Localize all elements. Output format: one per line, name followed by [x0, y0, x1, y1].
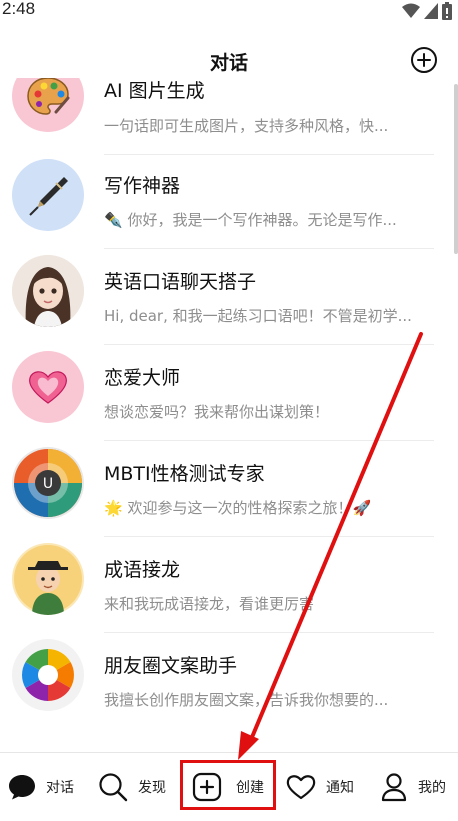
- page-header: 对话: [0, 38, 458, 82]
- status-icons: [402, 2, 452, 20]
- mbti-avatar: U: [12, 447, 84, 519]
- person-icon: [381, 773, 407, 802]
- aperture-avatar: [12, 639, 84, 711]
- chat-name: 朋友圈文案助手: [104, 655, 238, 677]
- chat-preview: 我擅长创作朋友圈文案，告诉我你想要的...: [104, 691, 389, 709]
- chat-name: MBTI性格测试专家: [104, 463, 265, 485]
- chat-list[interactable]: AI 图片生成 一句话即可生成图片，支持多种风格，快... 写作神器 ✒️ 你好…: [0, 78, 458, 750]
- divider: [104, 154, 434, 155]
- tab-notifications[interactable]: 通知: [286, 765, 354, 809]
- chat-preview: 🌟 欢迎参与这一次的性格探索之旅！🚀: [104, 499, 372, 517]
- chat-bubble-icon: [9, 775, 35, 800]
- palette-icon: [27, 78, 70, 115]
- chat-preview: 想谈恋爱吗？我来帮你出谋划策！: [104, 403, 330, 421]
- heart-avatar: [12, 351, 84, 423]
- signal-icon: [424, 3, 438, 19]
- status-time: 2:48: [2, 0, 36, 18]
- tab-label: 对话: [46, 780, 74, 796]
- list-item[interactable]: AI 图片生成 一句话即可生成图片，支持多种风格，快...: [0, 78, 458, 156]
- tab-label: 我的: [418, 780, 446, 796]
- page-title: 对话: [209, 52, 248, 74]
- mbti-wheel-icon: U: [14, 449, 82, 517]
- divider: [104, 344, 434, 345]
- list-item[interactable]: U MBTI性格测试专家 🌟 欢迎参与这一次的性格探索之旅！🚀: [0, 444, 458, 540]
- list-item[interactable]: 朋友圈文案助手 我擅长创作朋友圈文案，告诉我你想要的...: [0, 636, 458, 732]
- tab-profile[interactable]: 我的: [380, 765, 446, 809]
- divider: [104, 248, 434, 249]
- wifi-icon: [402, 3, 420, 18]
- status-bar: 2:48: [0, 0, 458, 22]
- chat-preview: ✒️ 你好，我是一个写作神器。无论是写作...: [104, 211, 397, 229]
- tab-label: 通知: [326, 780, 354, 796]
- scholar-icon: [14, 545, 82, 615]
- list-item[interactable]: 恋爱大师 想谈恋爱吗？我来帮你出谋划策！: [0, 348, 458, 444]
- battery-icon: [442, 2, 452, 20]
- tab-discover[interactable]: 发现: [98, 765, 166, 809]
- chat-name: 恋爱大师: [104, 367, 181, 389]
- girl-avatar: [12, 255, 84, 327]
- scholar-avatar: [12, 543, 84, 615]
- camera-aperture-icon: [22, 649, 74, 701]
- chat-name: AI 图片生成: [104, 80, 205, 102]
- highlight-box: [180, 760, 276, 810]
- list-item[interactable]: 英语口语聊天搭子 Hi, dear, 和我一起练习口语吧！不管是初学...: [0, 252, 458, 348]
- tab-label: 发现: [138, 780, 166, 796]
- chat-preview: Hi, dear, 和我一起练习口语吧！不管是初学...: [104, 307, 412, 325]
- divider: [104, 536, 434, 537]
- pink-heart-icon: [29, 371, 67, 404]
- fountain-pen-icon: [29, 177, 68, 216]
- chat-preview: 来和我玩成语接龙，看谁更厉害: [104, 595, 315, 613]
- tab-chat[interactable]: 对话: [8, 765, 74, 809]
- divider: [104, 632, 434, 633]
- palette-avatar: [12, 78, 84, 132]
- pen-avatar: [12, 159, 84, 231]
- chat-name: 成语接龙: [104, 559, 181, 581]
- heart-icon: [286, 775, 316, 800]
- scrollbar[interactable]: [454, 84, 458, 254]
- svg-text:U: U: [43, 476, 53, 492]
- chat-preview: 一句话即可生成图片，支持多种风格，快...: [104, 117, 389, 135]
- divider: [104, 440, 434, 441]
- chat-name: 英语口语聊天搭子: [104, 271, 257, 293]
- plus-circle-icon[interactable]: [410, 46, 438, 74]
- girl-portrait-icon: [12, 255, 84, 327]
- list-item[interactable]: 成语接龙 来和我玩成语接龙，看谁更厉害: [0, 540, 458, 636]
- chat-name: 写作神器: [104, 175, 181, 197]
- search-icon: [99, 773, 128, 802]
- list-item[interactable]: 写作神器 ✒️ 你好，我是一个写作神器。无论是写作...: [0, 156, 458, 252]
